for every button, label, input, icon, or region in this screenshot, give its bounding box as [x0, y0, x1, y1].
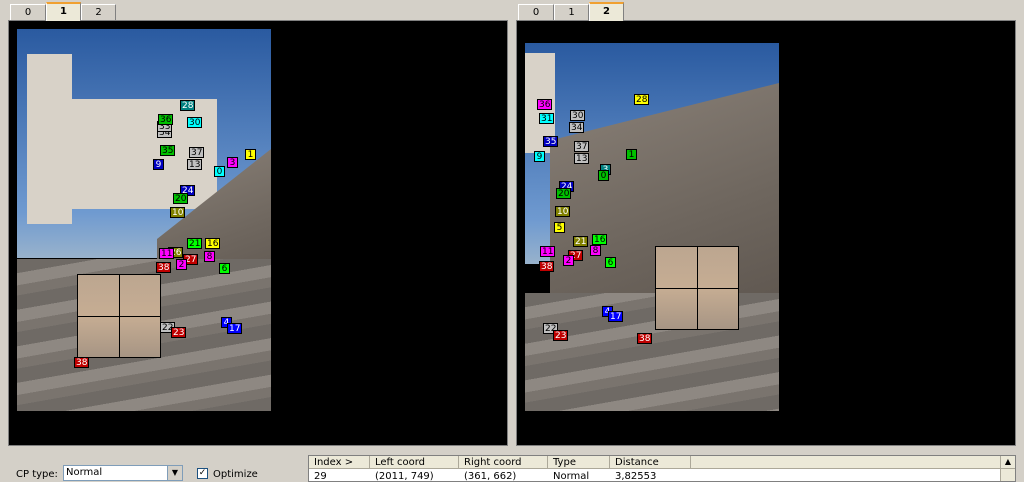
left-tab-2[interactable]: 2 [81, 4, 116, 20]
control-point-marker[interactable]: 13 [574, 153, 590, 164]
col-header-distance[interactable]: Distance [610, 456, 691, 469]
control-point-marker[interactable]: 35 [160, 145, 176, 156]
control-point-marker[interactable]: 28 [180, 100, 196, 111]
control-point-marker[interactable]: 13 [187, 159, 203, 170]
control-point-marker[interactable]: 34 [569, 122, 585, 133]
control-point-marker[interactable]: 30 [187, 117, 203, 128]
control-point-marker[interactable]: 17 [227, 323, 243, 334]
control-point-marker[interactable]: 0 [598, 170, 609, 181]
control-point-marker[interactable]: 8 [204, 251, 215, 262]
control-point-marker[interactable]: 11 [159, 248, 175, 259]
optimize-checkbox[interactable]: ✓ [197, 468, 208, 479]
control-point-marker[interactable]: 9 [534, 151, 545, 162]
table-cell-distance[interactable]: 3,82553 [610, 470, 691, 481]
col-header-right-coord[interactable]: Right coord [459, 456, 548, 469]
control-point-marker[interactable]: 16 [205, 238, 221, 249]
control-point-marker[interactable]: 20 [173, 193, 189, 204]
control-point-marker[interactable]: 17 [608, 311, 624, 322]
left-photo[interactable] [17, 29, 271, 411]
control-point-marker[interactable]: 21 [187, 238, 203, 249]
control-point-marker[interactable]: 31 [539, 113, 555, 124]
control-point-marker[interactable]: 21 [573, 236, 589, 247]
control-point-marker[interactable]: 5 [554, 222, 565, 233]
control-point-marker[interactable]: 2 [176, 259, 187, 270]
table-cell-right-coord[interactable]: (361, 662) [459, 470, 548, 481]
left-image-tabs: 0 1 2 [10, 2, 120, 21]
cp-type-select[interactable]: Normal ▼ [63, 465, 183, 481]
control-point-marker[interactable]: 9 [153, 159, 164, 170]
optimize-label: Optimize [213, 469, 258, 480]
control-point-marker[interactable]: 11 [540, 246, 556, 257]
control-point-marker[interactable]: 38 [539, 261, 555, 272]
control-point-marker[interactable]: 23 [171, 327, 187, 338]
stone-floor [525, 293, 779, 411]
control-point-marker[interactable]: 2 [563, 255, 574, 266]
control-point-marker[interactable]: 37 [574, 141, 590, 152]
col-header-index[interactable]: Index > [309, 456, 370, 469]
control-point-marker[interactable]: 36 [158, 114, 174, 125]
church-building [27, 54, 72, 224]
control-point-marker[interactable]: 0 [214, 166, 225, 177]
control-point-marker[interactable]: 23 [553, 330, 569, 341]
control-point-marker[interactable]: 10 [170, 207, 186, 218]
control-point-marker[interactable]: 20 [556, 188, 572, 199]
control-point-marker[interactable]: 6 [605, 257, 616, 268]
control-point-marker[interactable]: 6 [219, 263, 230, 274]
control-point-marker[interactable]: 38 [637, 333, 653, 344]
col-header-left-coord[interactable]: Left coord [370, 456, 459, 469]
col-header-spacer [691, 456, 1001, 469]
control-point-marker[interactable]: 16 [592, 234, 608, 245]
control-point-marker[interactable]: 1 [245, 149, 256, 160]
zoom-loupe [77, 274, 161, 358]
control-point-marker[interactable]: 28 [634, 94, 650, 105]
control-point-marker[interactable]: 1 [626, 149, 637, 160]
zoom-loupe [655, 246, 739, 330]
cp-type-label: CP type: [16, 469, 58, 480]
right-tab-2[interactable]: 2 [589, 2, 624, 21]
chevron-down-icon[interactable]: ▼ [167, 466, 182, 480]
table-cell-index[interactable]: 29 [309, 470, 370, 481]
right-image-tabs: 0 1 2 [518, 2, 628, 21]
left-tab-0[interactable]: 0 [10, 4, 46, 20]
table-cell-type[interactable]: Normal [548, 470, 610, 481]
table-cell-left-coord[interactable]: (2011, 749) [370, 470, 459, 481]
control-point-marker[interactable]: 10 [555, 206, 571, 217]
control-points-table[interactable]: Index > Left coord Right coord Type Dist… [308, 455, 1016, 482]
control-point-marker[interactable]: 3 [227, 157, 238, 168]
col-header-type[interactable]: Type [548, 456, 610, 469]
control-point-marker[interactable]: 36 [537, 99, 553, 110]
control-point-marker[interactable]: 35 [543, 136, 559, 147]
control-point-marker[interactable]: 8 [590, 245, 601, 256]
right-image-panel[interactable]: 2836313034135371393024201051621118272386… [516, 20, 1016, 446]
control-point-marker[interactable]: 37 [189, 147, 205, 158]
cp-type-value: Normal [66, 467, 103, 478]
right-tab-1[interactable]: 1 [554, 4, 589, 20]
control-point-marker[interactable]: 38 [156, 262, 172, 273]
control-point-marker[interactable]: 30 [570, 110, 586, 121]
table-scrollbar[interactable]: ▲ [1000, 456, 1015, 481]
left-tab-1[interactable]: 1 [46, 2, 81, 21]
scroll-up-icon[interactable]: ▲ [1001, 456, 1015, 469]
right-tab-0[interactable]: 0 [518, 4, 554, 20]
left-image-panel[interactable]: 1 3 0 37 13 35 9 34 33 30 28 36 24 20 10 16 21 26 11 8 27 2 38… [8, 20, 508, 446]
control-point-marker[interactable]: 38 [74, 357, 90, 368]
